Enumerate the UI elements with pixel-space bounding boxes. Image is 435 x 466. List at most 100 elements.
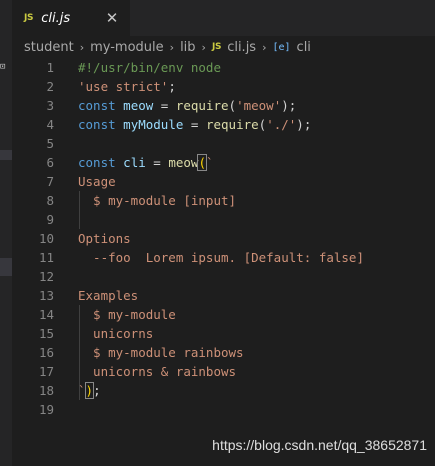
code-line[interactable]: 16 $ my-module rainbows [12,343,435,362]
line-number: 17 [38,364,54,379]
code-text: const myModule = require('./'); [78,115,311,134]
code-token: Usage [78,174,116,189]
code-token: cli [123,155,146,170]
code-token: meow [168,155,199,170]
code-token: ); [281,98,297,113]
js-file-icon: JS [211,42,222,52]
code-token: Options [78,231,131,246]
breadcrumb-item-student[interactable]: student [24,40,74,55]
code-line[interactable]: 15 unicorns [12,324,435,343]
sidebar-highlight [0,150,12,160]
code-text: 'use strict'; [78,77,176,96]
code-token: --foo Lorem ipsum. [Default: false] [78,250,364,265]
code-token: $ my-module [input] [78,193,237,208]
code-text: $ my-module rainbows [78,343,244,362]
tab-cli-js[interactable]: JS cli.js ✕ [12,0,130,36]
code-line[interactable]: 6 const cli = meow(` [12,153,435,172]
code-line[interactable]: 18 `); [12,381,435,400]
line-number: 12 [38,269,54,284]
breadcrumb-item-cli[interactable]: cli [297,40,311,55]
code-text: `); [78,381,101,400]
code-line[interactable]: 1 #!/usr/bin/env node [12,58,435,77]
code-token: meow [123,98,154,113]
code-token: = [145,155,169,170]
code-line[interactable]: 17 unicorns & rainbows [12,362,435,381]
code-token: unicorns & rainbows [78,364,237,379]
chevron-right-icon: › [79,40,85,54]
code-text: --foo Lorem ipsum. [Default: false] [78,248,364,267]
code-text: Examples [78,286,138,305]
code-text: $ my-module [78,305,176,324]
close-icon[interactable]: ✕ [104,10,120,26]
code-editor[interactable]: 1 #!/usr/bin/env node 2 'use strict'; 3 const… [12,58,435,466]
code-token: './' [266,117,297,132]
code-text: const meow = require('meow'); [78,96,296,115]
code-token: const [78,155,116,170]
chevron-right-icon: › [262,40,267,54]
code-line[interactable]: 12 [12,267,435,286]
code-line[interactable]: 10 Options [12,229,435,248]
code-line[interactable]: 11 --foo Lorem ipsum. [Default: false] [12,248,435,267]
code-token: = [153,98,176,113]
code-line[interactable]: 14 $ my-module [12,305,435,324]
line-number: 18 [38,383,54,398]
line-number: 15 [38,326,54,341]
breadcrumb-item-my-module[interactable]: my-module [90,40,164,55]
line-number: 7 [46,174,54,189]
breadcrumb-item-cli-js[interactable]: cli.js [227,40,256,55]
chevron-right-icon: › [169,40,175,54]
line-number: 16 [38,345,54,360]
tab-label: cli.js [41,10,71,26]
code-token: const [78,98,116,113]
code-token: const [78,117,116,132]
watermark: https://blog.csdn.net/qq_38652871 [212,437,427,453]
line-number: 2 [46,79,54,94]
code-text: #!/usr/bin/env node [78,58,221,77]
code-token: ` [205,155,214,170]
js-file-icon: JS [24,13,34,23]
code-line[interactable]: 9 [12,210,435,229]
line-number: 13 [38,288,54,303]
code-token: 'meow' [236,98,282,113]
left-sidebar-strip: ⊡ [0,0,12,466]
line-number: 14 [38,307,54,322]
code-token: ); [296,117,312,132]
code-token: unicorns [78,326,154,341]
breadcrumb-item-lib[interactable]: lib [180,40,195,55]
code-token: #!/usr/bin/env node [78,60,221,75]
code-token: require [205,117,259,132]
code-text: Options [78,229,131,248]
code-token: $ my-module rainbows [78,345,244,360]
code-token: require [175,98,229,113]
code-token: 'use strict' [78,79,169,94]
code-token: ( [228,98,237,113]
code-token: ; [168,79,176,94]
variable-symbol-icon: [e] [272,41,291,53]
code-token: $ my-module [78,307,176,322]
code-text: $ my-module [input] [78,191,236,210]
line-number: 6 [46,155,54,170]
line-number: 3 [46,98,54,113]
code-text: const cli = meow(` [78,153,214,172]
code-line[interactable]: 19 [12,400,435,419]
code-token: Examples [78,288,139,303]
line-number: 4 [46,117,54,132]
code-line[interactable]: 7 Usage [12,172,435,191]
editor-window: ⊡ JS cli.js ✕ student › my-module › lib … [0,0,435,466]
line-number: 9 [46,212,54,227]
line-number: 8 [46,193,54,208]
sidebar-mark: ⊡ [0,62,6,72]
sidebar-highlight [0,258,12,276]
code-text: unicorns & rainbows [78,362,236,381]
chevron-right-icon: › [201,40,206,54]
code-line[interactable]: 2 'use strict'; [12,77,435,96]
code-line[interactable]: 5 [12,134,435,153]
code-line[interactable]: 4 const myModule = require('./'); [12,115,435,134]
code-line[interactable]: 13 Examples [12,286,435,305]
code-line[interactable]: 8 $ my-module [input] [12,191,435,210]
line-number: 10 [38,231,54,246]
code-token: myModule [123,117,184,132]
code-line[interactable]: 3 const meow = require('meow'); [12,96,435,115]
code-text: Usage [78,172,116,191]
breadcrumb: student › my-module › lib › JS cli.js › … [24,36,435,58]
